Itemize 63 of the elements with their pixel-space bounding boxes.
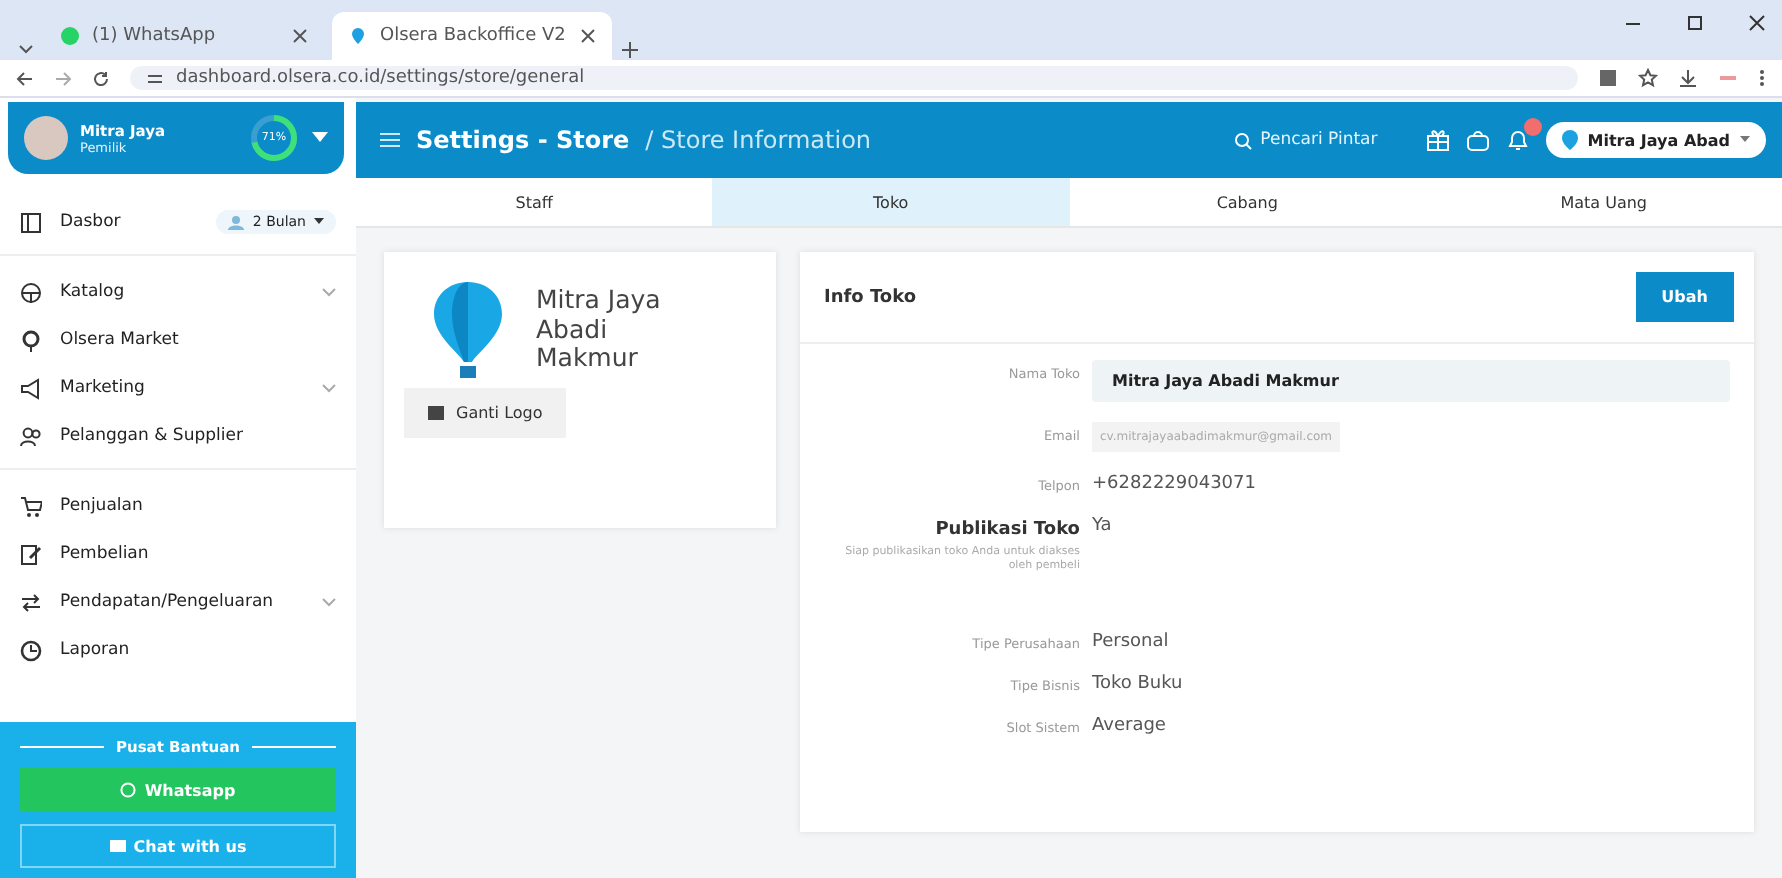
people-icon (228, 214, 245, 230)
close-icon[interactable] (1748, 13, 1766, 31)
sidebar-item[interactable]: Olsera Market (0, 316, 356, 364)
card-title: Info Toko (824, 287, 917, 307)
menu-icon[interactable] (380, 132, 400, 148)
field-value: Average (1092, 714, 1168, 737)
store-name-field[interactable]: Mitra Jaya Abadi Makmur (1092, 360, 1730, 402)
sidebar-item[interactable]: Penjualan (0, 482, 356, 530)
notification-badge (1523, 118, 1542, 136)
chevron-down-icon (322, 287, 336, 297)
page-subtitle: / Store Information (645, 126, 872, 154)
address-bar[interactable]: dashboard.olsera.co.id/settings/store/general (130, 66, 1578, 90)
bell-icon[interactable] (1505, 128, 1530, 152)
back-icon[interactable] (16, 69, 34, 87)
clock-icon (20, 639, 42, 661)
megaphone-icon (20, 377, 42, 399)
url-text: dashboard.olsera.co.id/settings/store/general (176, 68, 585, 88)
field-value: Personal (1092, 630, 1171, 653)
caret-icon (1740, 136, 1750, 144)
caret-icon (314, 218, 324, 226)
restore-icon[interactable] (1686, 13, 1704, 31)
site-settings-icon[interactable] (146, 69, 164, 87)
settings-tab[interactable]: Toko (712, 178, 1069, 226)
sidebar-item[interactable]: Pelanggan & Supplier (0, 412, 356, 460)
people-icon (20, 425, 42, 447)
chevron-down-icon (322, 383, 336, 393)
search-icon (1234, 131, 1253, 149)
pin-icon (348, 26, 368, 46)
browser-tab[interactable]: (1) WhatsApp (44, 12, 324, 60)
field-value: Ya (1092, 514, 1114, 536)
sidebar-item[interactable]: Laporan (0, 626, 356, 674)
swap-arrows-icon (20, 591, 42, 613)
close-icon[interactable] (292, 28, 308, 44)
sidebar-item[interactable]: Pendapatan/Pengeluaran (0, 578, 356, 626)
reload-icon[interactable] (92, 69, 110, 87)
close-icon[interactable] (580, 28, 596, 44)
chevron-down-icon (322, 597, 336, 607)
edit-button[interactable]: Ubah (1635, 272, 1734, 322)
sidebar-item[interactable]: Marketing (0, 364, 356, 412)
change-logo-button[interactable]: Ganti Logo (404, 388, 567, 438)
panel-icon (20, 211, 42, 233)
gift-icon[interactable] (1425, 128, 1450, 152)
hot-air-balloon-icon (432, 280, 504, 380)
download-icon[interactable] (1678, 68, 1698, 88)
pin-icon (1561, 130, 1578, 150)
sidebar-item[interactable]: Katalog (0, 268, 356, 316)
sidebar-item[interactable]: Pembelian (0, 530, 356, 578)
star-icon[interactable] (1638, 68, 1658, 88)
store-name: Mitra Jaya Abadi Makmur (536, 286, 663, 374)
page-title: Settings - Store (416, 126, 630, 154)
new-tab-icon[interactable] (620, 40, 640, 60)
cart-icon (20, 495, 42, 517)
shopping-bag-icon[interactable] (1465, 128, 1490, 152)
field-value: +6282229043071 (1092, 472, 1258, 494)
edit-icon (20, 543, 42, 565)
caret-icon[interactable] (312, 132, 328, 144)
field-label: Publikasi Toko (933, 520, 1080, 540)
browser-tab[interactable]: Olsera Backoffice V2 (332, 12, 612, 60)
pin-icon (20, 329, 42, 351)
field-value: Toko Buku (1092, 672, 1185, 695)
avatar-icon (24, 116, 68, 160)
store-selector[interactable]: Mitra Jaya Abad (1545, 122, 1766, 158)
more-icon[interactable] (1758, 68, 1766, 88)
